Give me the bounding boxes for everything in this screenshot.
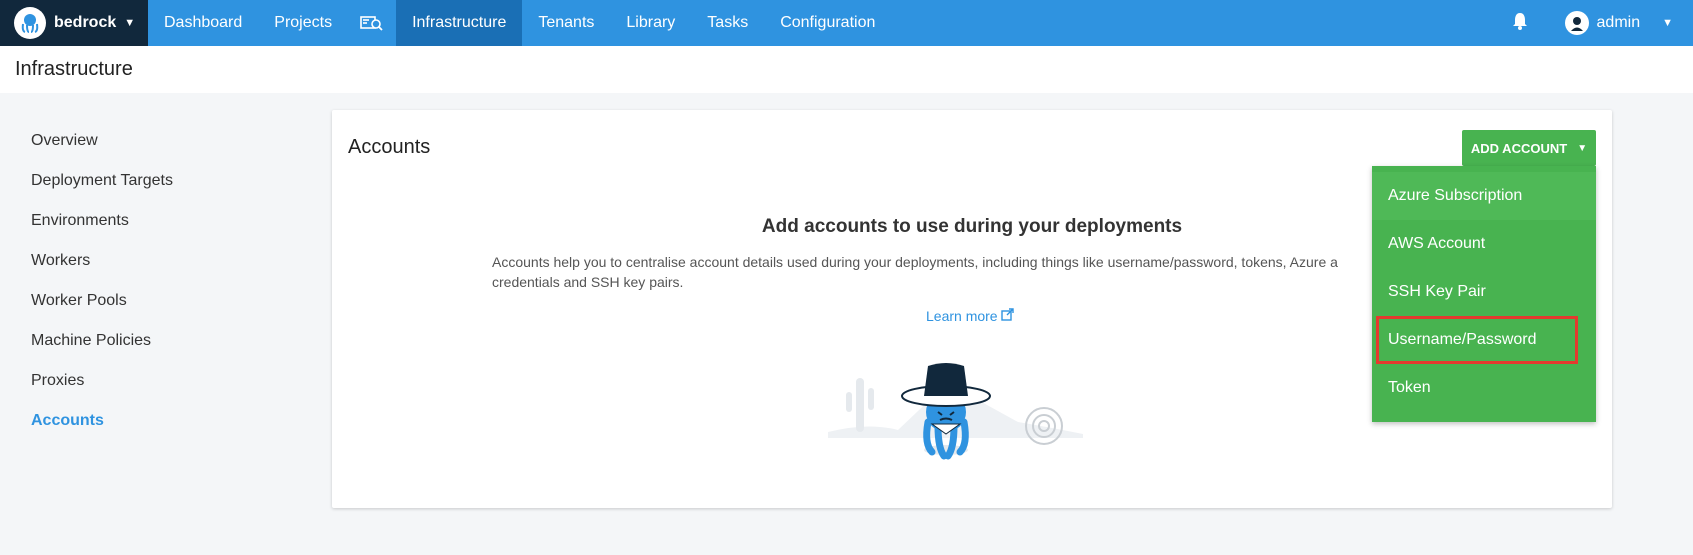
nav-projects[interactable]: Projects	[258, 0, 348, 46]
octopus-logo-icon	[14, 7, 46, 39]
user-menu[interactable]: admin ▼	[1564, 11, 1673, 35]
add-account-button[interactable]: ADD ACCOUNT ▼	[1462, 130, 1596, 166]
sidebar-item-deployment-targets[interactable]: Deployment Targets	[31, 165, 173, 205]
search-icon[interactable]	[348, 0, 396, 46]
menu-item-username-password[interactable]: Username/Password	[1376, 316, 1578, 364]
top-nav: bedrock ▼ Dashboard Projects Infrastruct…	[0, 0, 1693, 46]
learn-more-link[interactable]: Learn more	[926, 308, 1015, 324]
add-account-dropdown: Azure Subscription AWS Account SSH Key P…	[1372, 166, 1596, 422]
sidebar-item-environments[interactable]: Environments	[31, 205, 173, 245]
octopus-cowboy-illustration	[828, 352, 1088, 467]
user-name: admin	[1596, 14, 1641, 31]
notification-bell-icon[interactable]	[1511, 11, 1529, 36]
nav-tenants[interactable]: Tenants	[522, 0, 610, 46]
sidebar-item-accounts[interactable]: Accounts	[31, 405, 173, 445]
menu-item-token[interactable]: Token	[1372, 364, 1596, 412]
chevron-down-icon: ▼	[124, 17, 136, 29]
nav-library[interactable]: Library	[610, 0, 691, 46]
space-switcher[interactable]: bedrock ▼	[0, 0, 148, 46]
nav-configuration[interactable]: Configuration	[764, 0, 891, 46]
sidebar-item-worker-pools[interactable]: Worker Pools	[31, 285, 173, 325]
space-name: bedrock	[54, 14, 117, 31]
nav-tasks[interactable]: Tasks	[691, 0, 764, 46]
sidebar-item-machine-policies[interactable]: Machine Policies	[31, 325, 173, 365]
empty-state-description: Accounts help you to centralise account …	[492, 254, 1338, 290]
sidebar: Overview Deployment Targets Environments…	[31, 125, 173, 445]
avatar	[1564, 11, 1589, 35]
menu-item-aws-account[interactable]: AWS Account	[1372, 220, 1596, 268]
page-title: Infrastructure	[15, 58, 133, 80]
learn-more-label: Learn more	[926, 308, 998, 324]
add-account-label: ADD ACCOUNT	[1470, 140, 1568, 156]
card-title: Accounts	[348, 136, 431, 158]
menu-item-ssh-key-pair[interactable]: SSH Key Pair	[1372, 268, 1596, 316]
sidebar-item-overview[interactable]: Overview	[31, 125, 173, 165]
sidebar-item-workers[interactable]: Workers	[31, 245, 173, 285]
chevron-down-icon: ▼	[1577, 142, 1588, 154]
chevron-down-icon: ▼	[1662, 17, 1673, 29]
menu-item-azure-subscription[interactable]: Azure Subscription	[1372, 172, 1596, 220]
page-header: Infrastructure	[0, 46, 1693, 93]
nav-infrastructure[interactable]: Infrastructure	[396, 0, 523, 46]
sidebar-item-proxies[interactable]: Proxies	[31, 365, 173, 405]
nav-dashboard[interactable]: Dashboard	[148, 0, 258, 46]
external-link-icon	[1001, 308, 1015, 324]
